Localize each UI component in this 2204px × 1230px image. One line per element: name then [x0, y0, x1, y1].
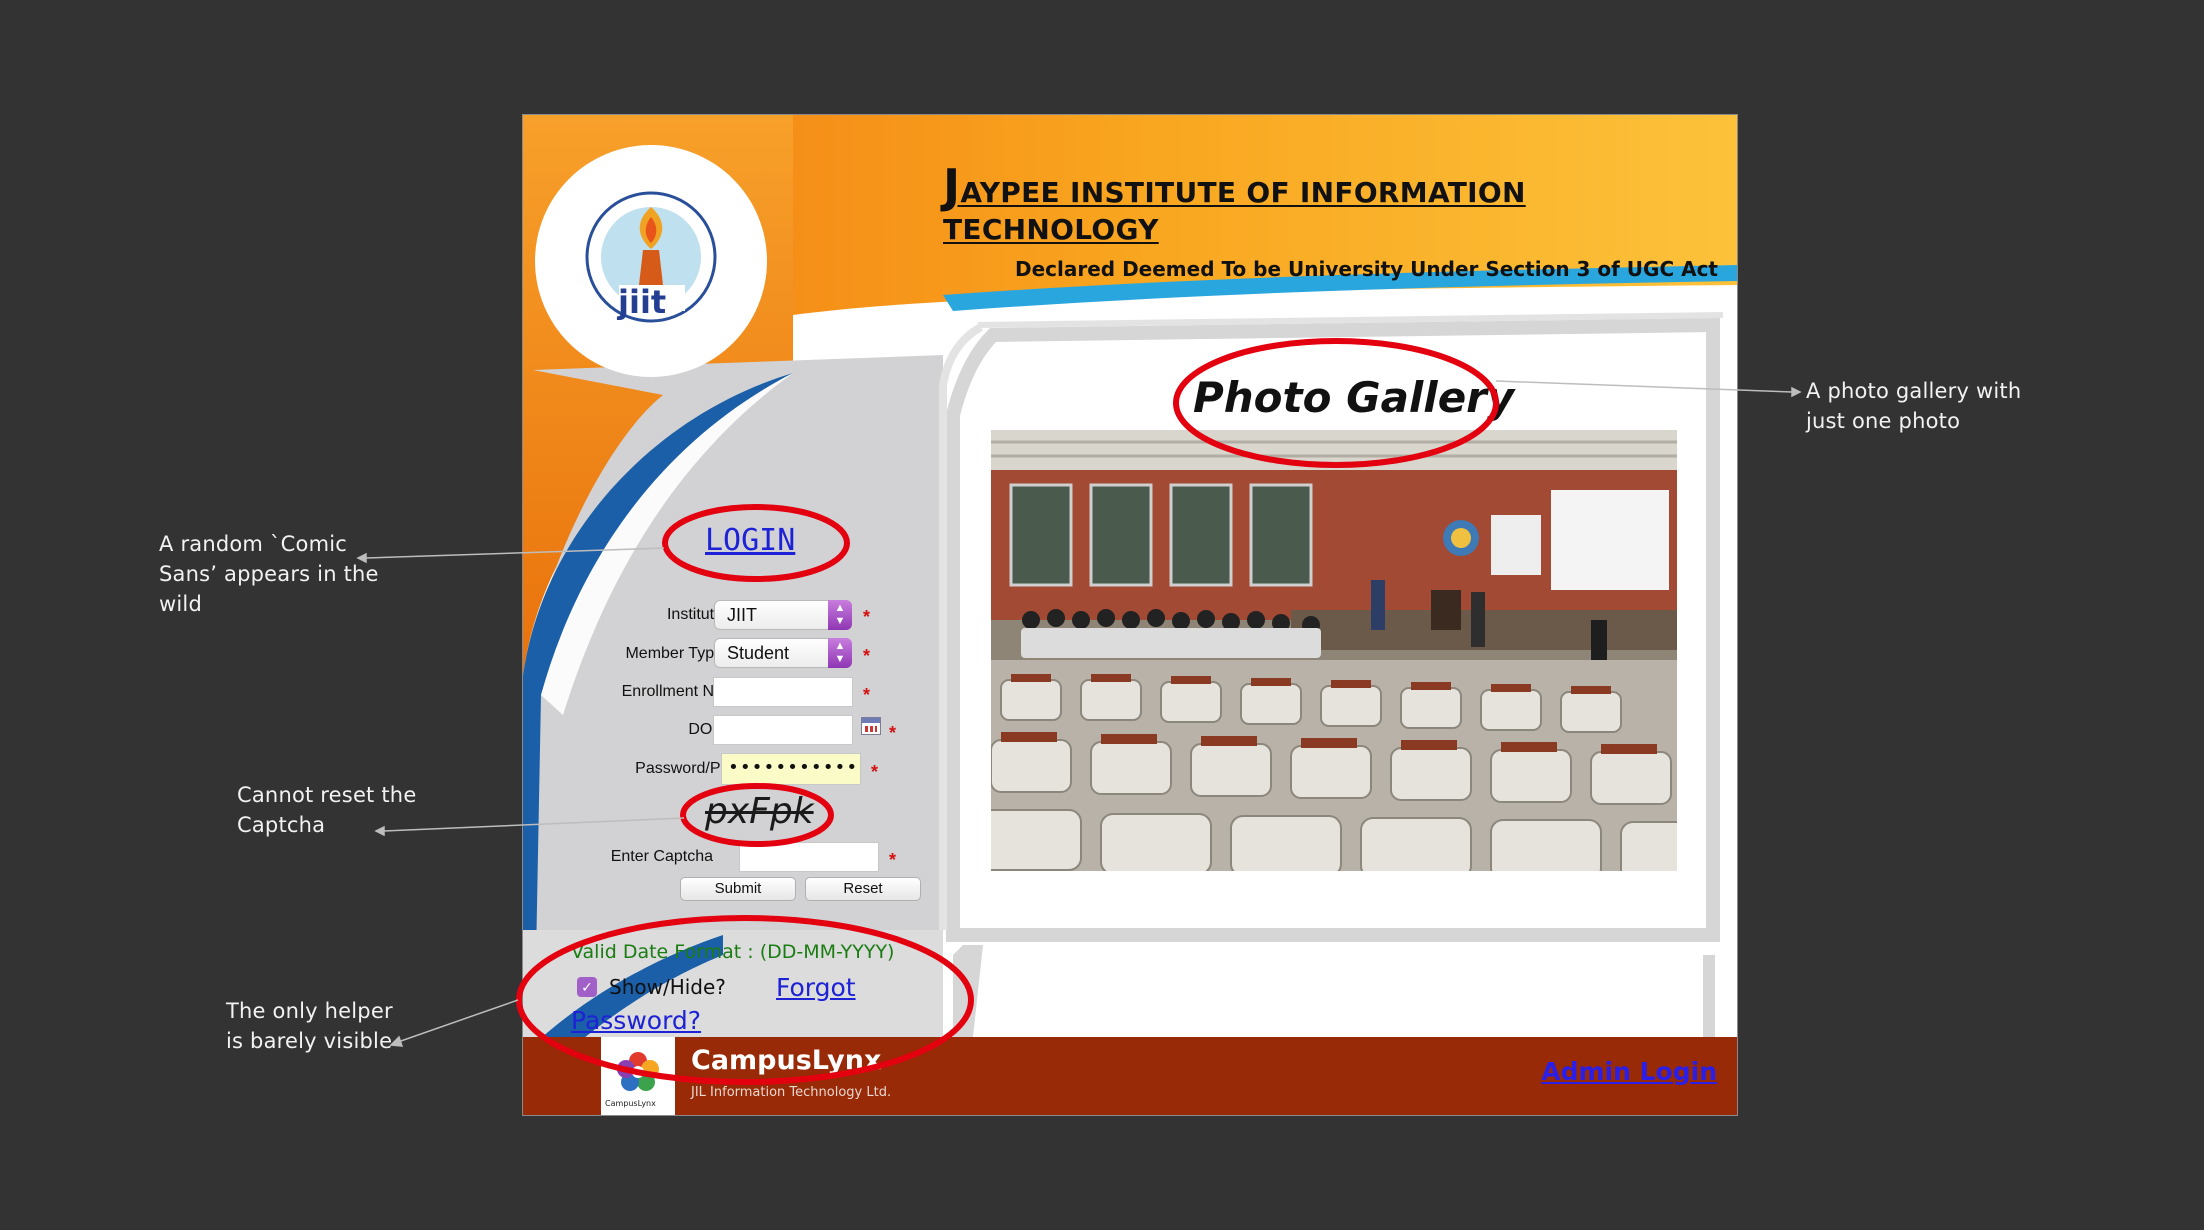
enrollment-label: Enrollment No [621, 683, 723, 700]
campuslynx-logo: CampusLynx [601, 1037, 675, 1115]
lecture-hall-photo [991, 430, 1677, 871]
captcha-image-text: pxFpk [705, 791, 814, 832]
institute-logo: jiit [535, 145, 767, 377]
login-heading-link[interactable]: LOGIN [705, 523, 795, 558]
brand-name: CampusLynx [691, 1045, 882, 1076]
password-input[interactable]: •••••••••••••••• [721, 753, 861, 785]
captcha-annotation: Cannot reset the Captcha [237, 783, 417, 837]
font-annotation: A random `Comic Sans’ appears in the wil… [159, 532, 379, 616]
campuslynx-logo-caption: CampusLynx [605, 1099, 656, 1108]
required-marker: * [871, 762, 879, 782]
brand-tagline: JIL Information Technology Ltd. [691, 1085, 892, 1100]
captcha-input[interactable] [739, 842, 879, 872]
gallery-annotation: A photo gallery with just one photo [1806, 379, 2022, 433]
site-title-rest: AYPEE INSTITUTE OF INFORMATION TECHNOLOG… [943, 176, 1526, 246]
required-marker: * [889, 723, 897, 743]
site-subtitle: Declared Deemed To be University Under S… [1015, 257, 1718, 281]
dob-input[interactable] [713, 715, 853, 745]
reset-button[interactable]: Reset [805, 877, 921, 901]
required-marker: * [863, 646, 871, 666]
institute-label: Institute [666, 606, 723, 623]
member-type-select[interactable]: Student ▲ ▼ [714, 638, 852, 668]
enrollment-input[interactable] [713, 677, 853, 707]
required-marker: * [863, 607, 871, 627]
enter-captcha-label: Enter Captcha [610, 848, 713, 865]
forgot-password-link[interactable]: Forgot Password? [571, 973, 856, 1035]
required-marker: * [863, 685, 871, 705]
dob-label: DOB [688, 721, 723, 738]
helper-arrow [397, 999, 519, 1043]
select-stepper-icon: ▲ ▼ [828, 638, 852, 668]
logo-emblem-icon [585, 191, 717, 323]
webpage-screenshot: jiit JAYPEE INSTITUTE OF INFORMATION TEC… [522, 114, 1738, 1116]
member-type-select-value: Student [727, 643, 790, 663]
logo-wordmark: jiit [618, 283, 667, 321]
member-type-label: Member Type [625, 645, 723, 662]
page-footer: CampusLynx CampusLynx JIL Information Te… [523, 1037, 1737, 1115]
site-title-initial: J [943, 159, 961, 213]
photo-gallery-title: Photo Gallery [1193, 373, 1515, 422]
institute-select-value: JIIT [727, 605, 757, 625]
select-stepper-icon: ▲ ▼ [828, 600, 852, 630]
forgot-password-container: Forgot Password? [571, 971, 911, 1037]
helper-annotation: The only helper is barely visible [226, 999, 393, 1053]
admin-login-link[interactable]: Admin Login [1541, 1057, 1717, 1086]
required-marker: * [889, 850, 897, 870]
submit-button[interactable]: Submit [680, 877, 796, 901]
calendar-icon[interactable] [861, 717, 881, 735]
institute-select[interactable]: JIIT ▲ ▼ [714, 600, 852, 630]
password-label: Password/Pin [635, 760, 733, 777]
date-format-hint: Valid Date Format : (DD-MM-YYYY) [571, 941, 895, 963]
site-title: JAYPEE INSTITUTE OF INFORMATION TECHNOLO… [943, 159, 1737, 246]
